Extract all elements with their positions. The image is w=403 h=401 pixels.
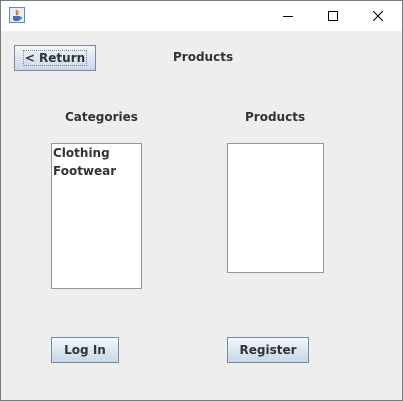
title-bar[interactable]: [1, 1, 402, 31]
close-icon[interactable]: [355, 1, 401, 31]
java-app-icon[interactable]: [9, 7, 25, 23]
login-button[interactable]: Log In: [51, 337, 119, 363]
maximize-icon[interactable]: [310, 1, 356, 31]
categories-list[interactable]: Clothing Footwear: [51, 143, 142, 289]
minimize-icon[interactable]: [265, 1, 311, 31]
return-button-label: < Return: [22, 50, 88, 66]
content-pane: < Return Products Categories Products Cl…: [1, 31, 402, 400]
app-window: < Return Products Categories Products Cl…: [0, 0, 403, 401]
products-list[interactable]: [227, 143, 324, 273]
return-button[interactable]: < Return: [14, 45, 96, 71]
list-item-footwear[interactable]: Footwear: [52, 162, 141, 180]
list-item-clothing[interactable]: Clothing: [52, 144, 141, 162]
page-title: Products: [173, 50, 234, 64]
products-label: Products: [245, 110, 306, 124]
categories-label: Categories: [65, 110, 138, 124]
register-button[interactable]: Register: [227, 337, 309, 363]
